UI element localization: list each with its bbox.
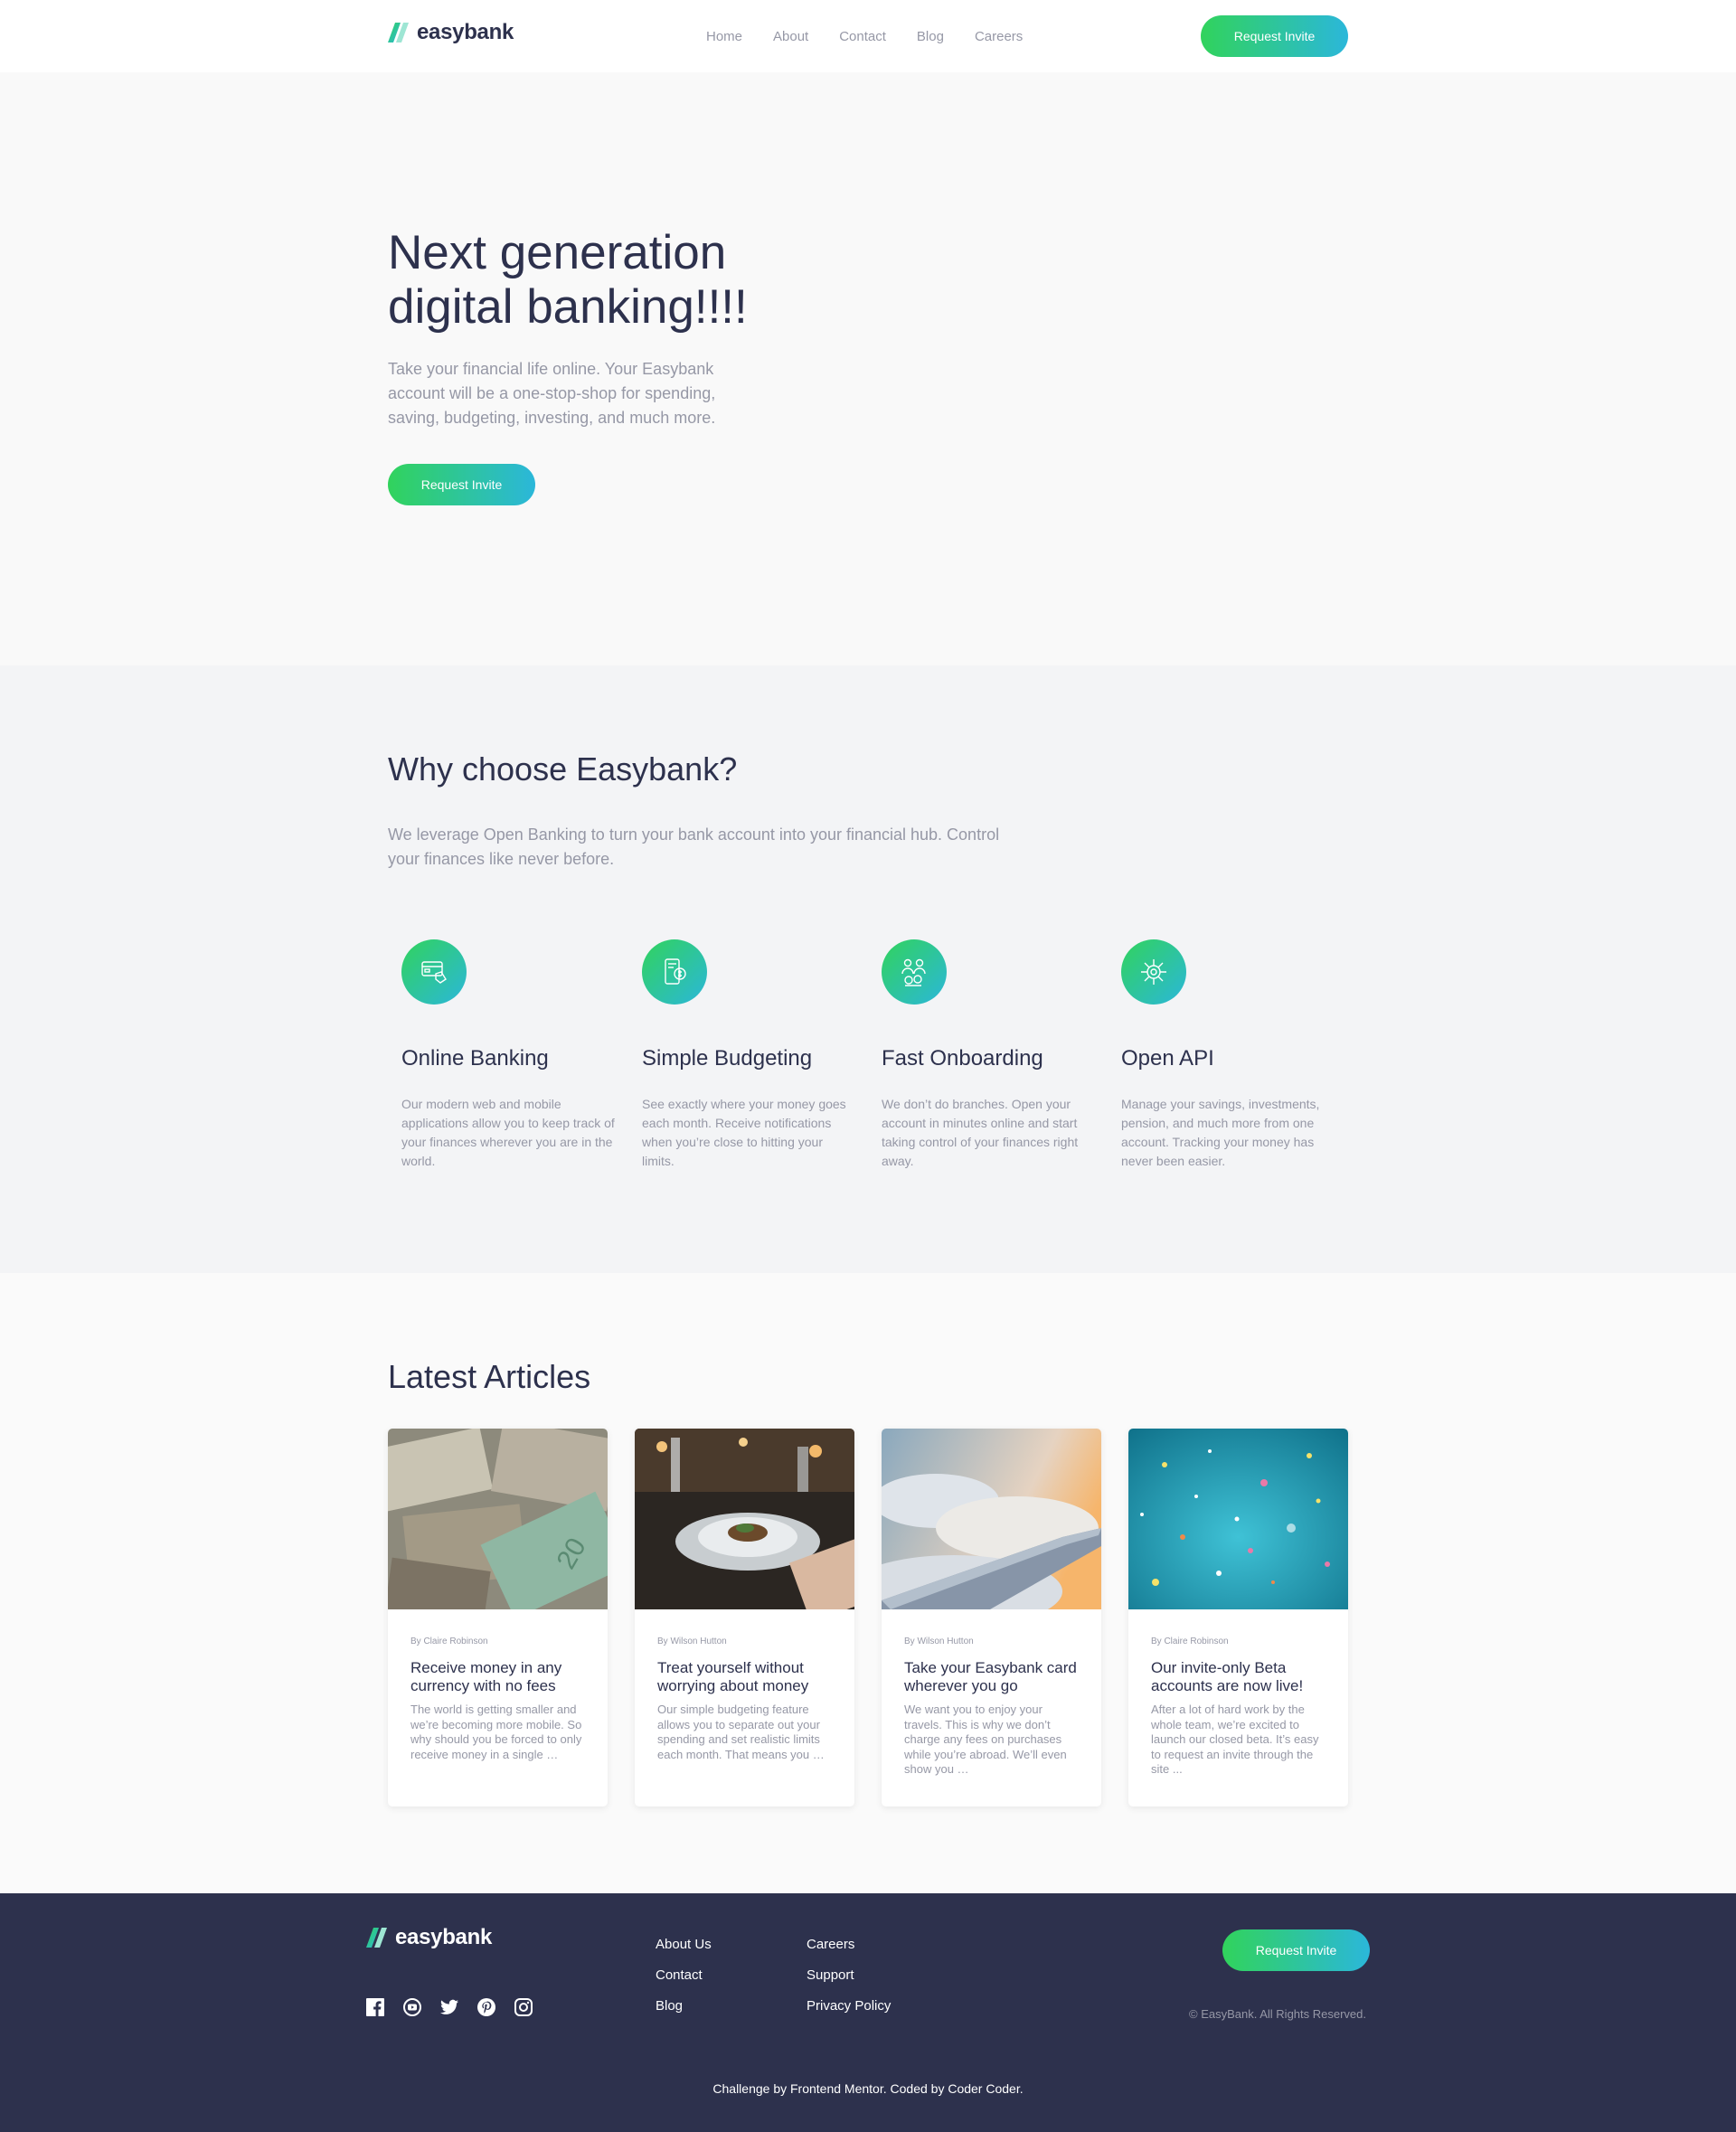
- logo-text: easybank: [417, 20, 514, 44]
- article-card[interactable]: By Wilson Hutton Treat yourself without …: [635, 1429, 854, 1807]
- copyright-text: © EasyBank. All Rights Reserved.: [1189, 2007, 1366, 2021]
- article-title[interactable]: Receive money in any currency with no fe…: [410, 1659, 585, 1695]
- nav-contact[interactable]: Contact: [839, 29, 886, 44]
- article-author: By Wilson Hutton: [904, 1637, 974, 1646]
- feature-fast-onboarding: Fast Onboarding We don’t do branches. Op…: [882, 939, 1095, 1171]
- nav-blog[interactable]: Blog: [917, 29, 944, 44]
- article-author: By Wilson Hutton: [657, 1637, 727, 1646]
- twitter-icon[interactable]: [440, 1998, 458, 2016]
- site-header: easybank Home About Contact Blog Careers…: [0, 0, 1736, 72]
- footer-links-col2: Careers Support Privacy Policy: [807, 1937, 891, 2014]
- facebook-icon[interactable]: [366, 1998, 384, 2016]
- footer-link-support[interactable]: Support: [807, 1967, 891, 1984]
- article-card[interactable]: By Claire Robinson Our invite-only Beta …: [1128, 1429, 1348, 1807]
- article-excerpt: After a lot of hard work by the whole te…: [1151, 1703, 1319, 1776]
- feature-title: Open API: [1121, 1046, 1214, 1071]
- request-invite-button[interactable]: Request Invite: [1201, 15, 1348, 57]
- main-nav: Home About Contact Blog Careers: [706, 29, 1053, 44]
- article-title[interactable]: Treat yourself without worrying about mo…: [657, 1659, 832, 1695]
- article-excerpt: Our simple budgeting feature allows you …: [657, 1703, 825, 1761]
- online-banking-icon: [401, 939, 467, 1005]
- nav-about[interactable]: About: [773, 29, 808, 44]
- logo-text: easybank: [395, 1925, 493, 1949]
- budgeting-icon: [642, 939, 707, 1005]
- footer-links-col1: About Us Contact Blog: [656, 1937, 712, 2014]
- feature-text: Manage your savings, investments, pensio…: [1121, 1097, 1320, 1168]
- youtube-icon[interactable]: [403, 1998, 421, 2016]
- attribution-text: Challenge by Frontend Mentor. Coded by C…: [712, 2081, 1024, 2096]
- feature-text: Our modern web and mobile applications a…: [401, 1097, 615, 1168]
- nav-home[interactable]: Home: [706, 29, 742, 44]
- footer-link-privacy-policy[interactable]: Privacy Policy: [807, 1998, 891, 2014]
- hero-request-invite-button[interactable]: Request Invite: [388, 464, 535, 505]
- feature-text: We don’t do branches. Open your account …: [882, 1097, 1079, 1168]
- feature-title: Online Banking: [401, 1046, 549, 1071]
- logo-mark-icon: [366, 1928, 387, 1948]
- currency-photo: 20: [388, 1429, 608, 1609]
- article-author: By Claire Robinson: [410, 1637, 488, 1646]
- pinterest-icon[interactable]: [477, 1998, 495, 2016]
- footer-link-about-us[interactable]: About Us: [656, 1937, 712, 1953]
- social-links: [366, 1998, 533, 2016]
- article-title[interactable]: Take your Easybank card wherever you go: [904, 1659, 1079, 1695]
- footer-link-contact[interactable]: Contact: [656, 1967, 712, 1984]
- feature-online-banking: Online Banking Our modern web and mobile…: [401, 939, 615, 1171]
- onboarding-icon: [882, 939, 947, 1005]
- feature-simple-budgeting: Simple Budgeting See exactly where your …: [642, 939, 855, 1171]
- feature-text: See exactly where your money goes each m…: [642, 1097, 846, 1168]
- footer-link-careers[interactable]: Careers: [807, 1937, 891, 1953]
- site-footer: easybank About Us Contact Blog Careers S…: [0, 1893, 1736, 2132]
- article-excerpt: The world is getting smaller and we’re b…: [410, 1703, 582, 1761]
- nav-careers[interactable]: Careers: [975, 29, 1023, 44]
- footer-link-blog[interactable]: Blog: [656, 1998, 712, 2014]
- feature-title: Simple Budgeting: [642, 1046, 813, 1071]
- footer-request-invite-button[interactable]: Request Invite: [1222, 1929, 1370, 1971]
- article-author: By Claire Robinson: [1151, 1637, 1229, 1646]
- instagram-icon[interactable]: [514, 1998, 533, 2016]
- article-card[interactable]: By Wilson Hutton Take your Easybank card…: [882, 1429, 1101, 1807]
- api-icon: [1121, 939, 1186, 1005]
- article-card[interactable]: 20 By Claire Robinson Receive money in a…: [388, 1429, 608, 1807]
- articles-section: Latest Articles 20 By Claire Robinson Re…: [0, 1273, 1736, 1893]
- feature-title: Fast Onboarding: [882, 1046, 1043, 1071]
- article-excerpt: We want you to enjoy your travels. This …: [904, 1703, 1067, 1776]
- article-title[interactable]: Our invite-only Beta accounts are now li…: [1151, 1659, 1326, 1695]
- why-text: We leverage Open Banking to turn your ba…: [388, 825, 1000, 868]
- hero-title: Next generation digital banking!!!!: [388, 226, 748, 334]
- why-title: Why choose Easybank?: [388, 750, 738, 788]
- hero-section: Next generation digital banking!!!! Take…: [0, 72, 1736, 665]
- logo-mark-icon: [388, 23, 409, 42]
- footer-logo[interactable]: easybank: [366, 1925, 492, 1950]
- plane-wing-photo: [882, 1429, 1101, 1609]
- hero-text: Take your financial life online. Your Ea…: [388, 360, 716, 427]
- easybank-logo[interactable]: easybank: [388, 20, 514, 45]
- confetti-photo: [1128, 1429, 1348, 1609]
- feature-open-api: Open API Manage your savings, investment…: [1121, 939, 1335, 1171]
- articles-title: Latest Articles: [388, 1358, 591, 1395]
- restaurant-photo: [635, 1429, 854, 1609]
- why-section: Why choose Easybank? We leverage Open Ba…: [0, 665, 1736, 1273]
